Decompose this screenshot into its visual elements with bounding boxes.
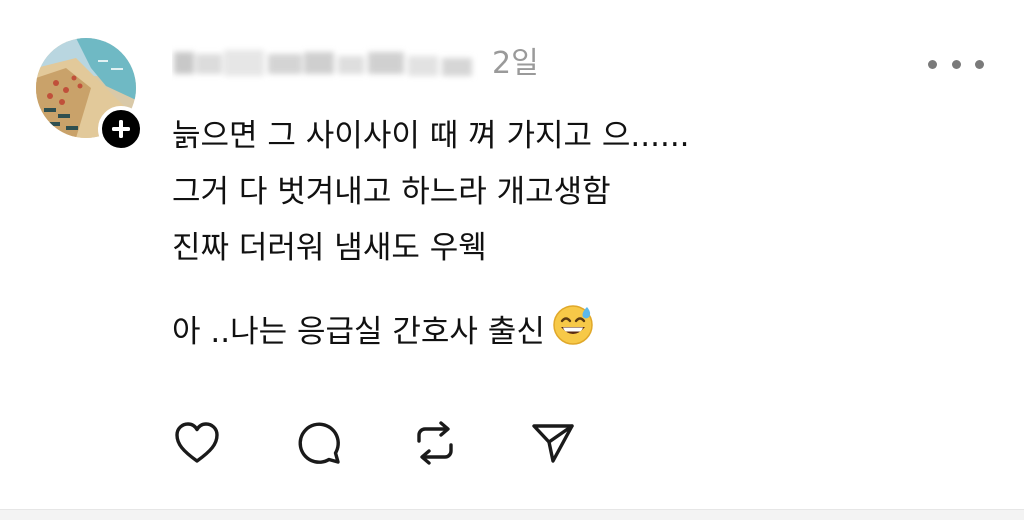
- like-button[interactable]: [172, 418, 222, 468]
- post-line-2: 그거 다 벗겨내고 하느라 개고생함: [172, 174, 611, 210]
- send-icon: [532, 424, 574, 463]
- comment-icon: [298, 422, 340, 464]
- post-line-3: 진짜 더러워 냄새도 우웩: [172, 230, 487, 266]
- post-timestamp: 2일: [492, 46, 539, 81]
- threads-post: 2일 늙으면 그 사이사이 때 껴 가지고 으...... 그거 다 벗겨내고 …: [0, 0, 1024, 520]
- repost-button[interactable]: [410, 418, 460, 468]
- reply-button[interactable]: [294, 418, 344, 468]
- post-text: 늙으면 그 사이사이 때 껴 가지고 으...... 그거 다 벗겨내고 하느라…: [172, 108, 892, 360]
- post-line-4-text: 아 ..나는 응급실 간호사 출신: [172, 314, 545, 350]
- post-line-1: 늙으면 그 사이사이 때 껴 가지고 으......: [172, 118, 690, 154]
- share-button[interactable]: [528, 418, 578, 468]
- action-bar: [172, 418, 592, 468]
- follow-button[interactable]: [98, 106, 144, 152]
- plus-icon: [112, 120, 130, 138]
- post-line-4: 아 ..나는 응급실 간호사 출신: [172, 304, 892, 360]
- grinning-face-with-sweat-emoji: [551, 301, 595, 363]
- heart-icon: [175, 422, 219, 463]
- more-dots-icon: [928, 59, 937, 69]
- repost-icon: [417, 421, 453, 465]
- more-options-button[interactable]: [928, 50, 984, 78]
- username-redacted[interactable]: [172, 44, 478, 82]
- divider: [0, 509, 1024, 520]
